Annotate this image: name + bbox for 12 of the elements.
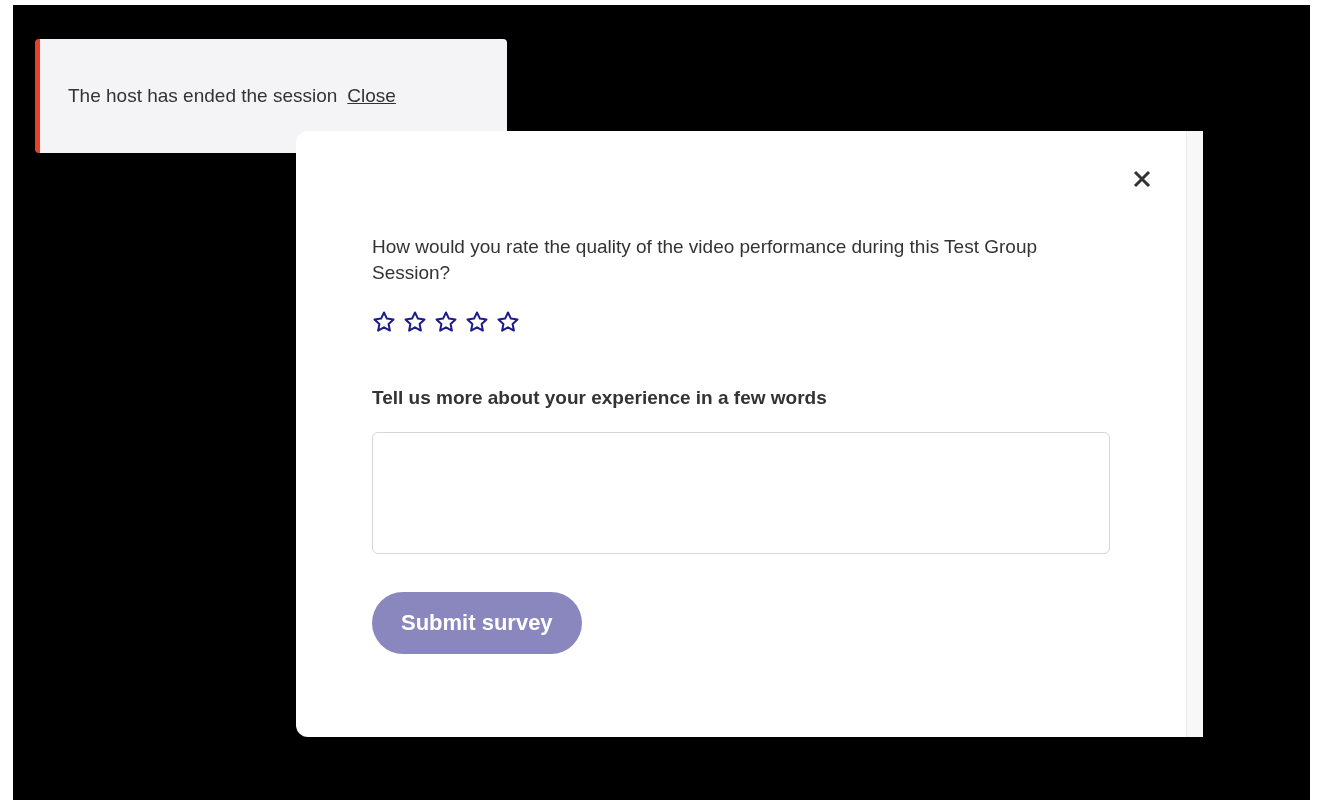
star-icon[interactable] xyxy=(403,310,427,334)
comment-field[interactable] xyxy=(372,432,1110,554)
close-link[interactable]: Close xyxy=(347,85,396,107)
star-icon[interactable] xyxy=(496,310,520,334)
star-icon[interactable] xyxy=(372,310,396,334)
toast-message: The host has ended the session xyxy=(68,85,338,107)
close-icon[interactable] xyxy=(1132,169,1152,189)
star-icon[interactable] xyxy=(434,310,458,334)
survey-question: How would you rate the quality of the video performance during this Test Group Session? xyxy=(372,235,1039,285)
comment-label: Tell us more about your experience in a few words xyxy=(372,387,828,409)
star-icon[interactable] xyxy=(465,310,489,334)
scrollbar[interactable] xyxy=(1186,131,1203,737)
